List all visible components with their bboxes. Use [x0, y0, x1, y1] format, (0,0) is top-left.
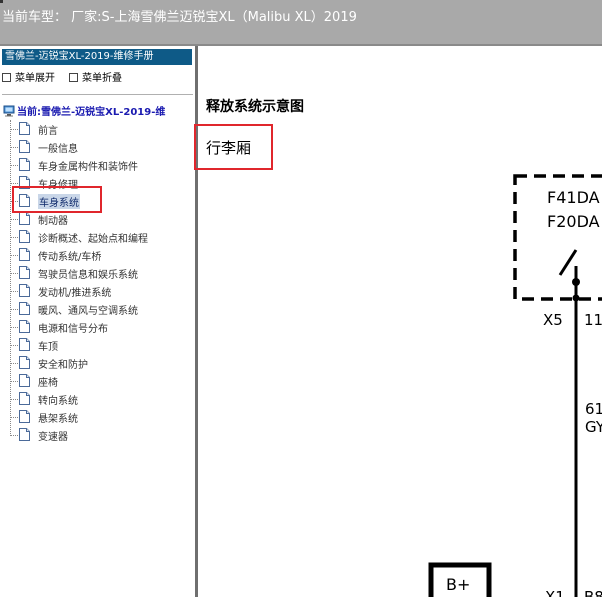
battery-label: B+: [446, 575, 470, 594]
document-icon: [19, 428, 30, 441]
document-icon: [19, 194, 30, 207]
document-icon: [19, 410, 30, 423]
menu-controls: 菜单展开 菜单折叠: [2, 69, 122, 84]
pin-number: 11: [584, 311, 602, 329]
document-icon: [19, 392, 30, 405]
document-icon: [19, 302, 30, 315]
vehicle-header-bar: 当前车型： 厂家:S-上海雪佛兰迈锐宝XL（Malibu XL）2019: [0, 0, 602, 46]
wiring-diagram: F41DA F20DA X5 11 61 GY B+ X1 B8: [428, 174, 602, 597]
content-pane: 释放系统示意图 行李厢 F41DA F20DA X5 11 61 GY B+ X…: [198, 46, 602, 597]
wire-number: 61: [585, 400, 602, 418]
tree-connector: [10, 417, 18, 418]
collapse-icon: [69, 73, 78, 82]
document-icon: [19, 266, 30, 279]
document-icon: [19, 122, 30, 135]
document-icon: [19, 338, 30, 351]
tree-connector: [10, 237, 18, 238]
tree-item-label: 诊断概述、起始点和编程: [38, 234, 148, 245]
tree-connector: [10, 219, 18, 220]
tree-connector: [10, 345, 18, 346]
connector-x5: X5: [543, 311, 563, 329]
document-icon: [19, 230, 30, 243]
tree-item-label: 座椅: [38, 378, 58, 389]
tree-connector: [10, 309, 18, 310]
document-icon: [19, 284, 30, 297]
tree-item-label: 车身金属构件和装饰件: [38, 162, 138, 173]
tree-item-label: 暖风、通风与空调系统: [38, 306, 138, 317]
tree-item-label: 驾驶员信息和娱乐系统: [38, 270, 138, 281]
tree-connector: [10, 255, 18, 256]
document-icon: [19, 374, 30, 387]
tree-item-label: 一般信息: [38, 144, 78, 155]
tree-item-label: 电源和信号分布: [38, 324, 108, 335]
tree-connector: [10, 363, 18, 364]
wire-color: GY: [585, 418, 602, 436]
pin-b: B8: [584, 588, 602, 597]
tree-connector: [10, 201, 18, 202]
tree-connector: [10, 435, 18, 436]
tree-connector: [10, 273, 18, 274]
document-icon: [19, 140, 30, 153]
document-icon: [19, 320, 30, 333]
corner-marker: [0, 0, 3, 3]
document-icon: [19, 248, 30, 261]
tree-root-label: 当前:雪佛兰-迈锐宝XL-2019-维: [17, 107, 166, 118]
switch-contact: [558, 249, 578, 276]
fuse-label-1: F41DA: [547, 188, 600, 207]
tree-item-label: 转向系统: [38, 396, 78, 407]
tree-item-label: 安全和防护: [38, 360, 88, 371]
sidebar: 雪佛兰-迈锐宝XL-2019-维修手册 菜单展开 菜单折叠 当前:雪佛兰-迈锐宝X…: [0, 46, 195, 597]
tree-connector: [10, 399, 18, 400]
tree-root[interactable]: 当前:雪佛兰-迈锐宝XL-2019-维: [3, 103, 165, 118]
tree-item-label: 发动机/推进系统: [38, 288, 112, 299]
computer-icon: [3, 105, 15, 117]
expand-label: 菜单展开: [15, 73, 55, 84]
tree-item-label: 车身修理: [38, 180, 78, 191]
tree-connector: [10, 381, 18, 382]
vehicle-info: 当前车型： 厂家:S-上海雪佛兰迈锐宝XL（Malibu XL）2019: [2, 10, 357, 25]
menu-separator: [2, 94, 193, 95]
tree-connector: [10, 291, 18, 292]
tree-connector: [10, 147, 18, 148]
document-icon: [19, 158, 30, 171]
tree-item-label: 车身系统: [38, 194, 80, 209]
tree-item-label: 车顶: [38, 342, 58, 353]
tree-item-label: 悬架系统: [38, 414, 78, 425]
tree-item-label: 传动系统/车桥: [38, 252, 102, 263]
connector-pin: [572, 294, 580, 302]
document-icon: [19, 356, 30, 369]
tree-guide-line: [10, 120, 11, 434]
collapse-label: 菜单折叠: [82, 73, 122, 84]
tree-connector: [10, 327, 18, 328]
manual-title: 雪佛兰-迈锐宝XL-2019-维修手册: [2, 49, 192, 65]
fuse-label-2: F20DA: [547, 212, 600, 231]
expand-icon: [2, 73, 11, 82]
connector-x1: X1: [545, 588, 565, 597]
collapse-menu-button[interactable]: 菜单折叠: [69, 73, 122, 84]
tree-item-label: 变速器: [38, 432, 68, 443]
document-icon: [19, 176, 30, 189]
tree-item-label: 前言: [38, 126, 58, 137]
tree-connector: [10, 165, 18, 166]
tree-connector: [10, 183, 18, 184]
expand-menu-button[interactable]: 菜单展开: [2, 73, 55, 84]
tree-connector: [10, 129, 18, 130]
document-icon: [19, 212, 30, 225]
tree-item-label: 制动器: [38, 216, 68, 227]
